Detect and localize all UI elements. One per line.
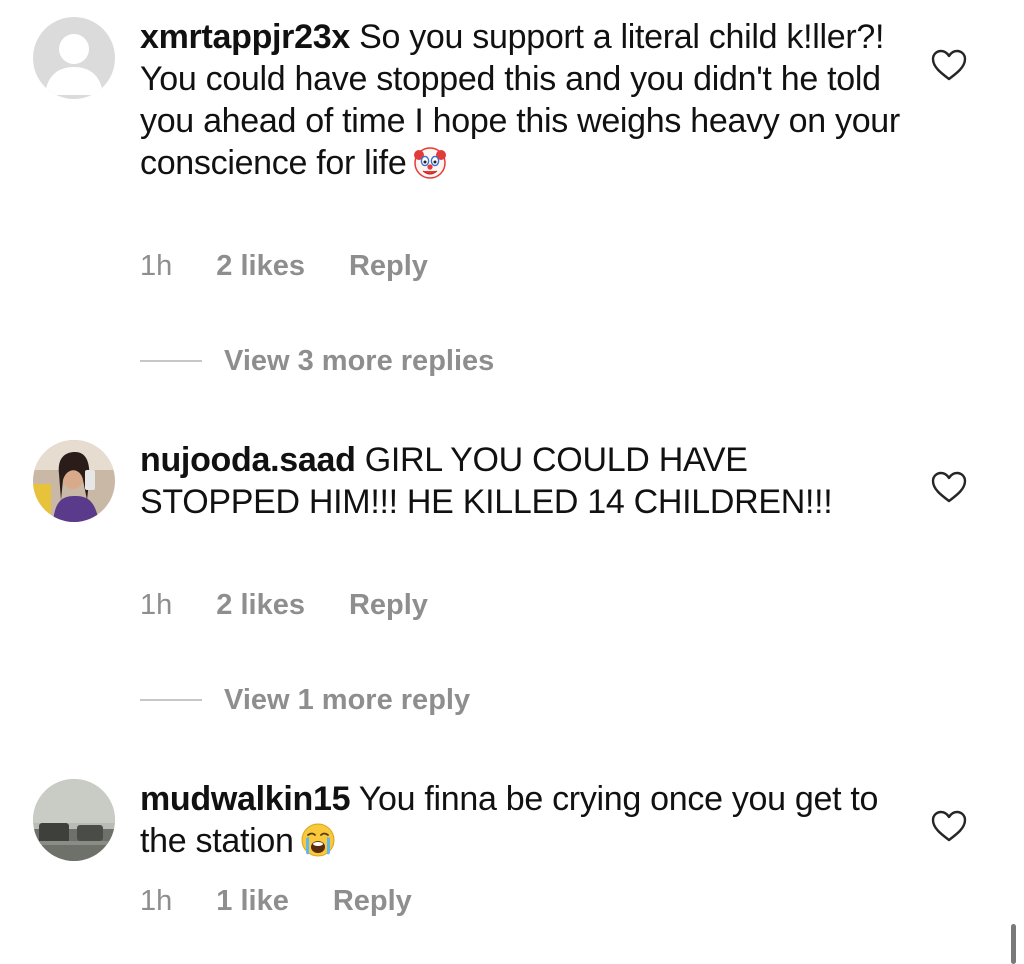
comment-username[interactable]: nujooda.saad — [140, 441, 356, 479]
comment-body: nujooda.saad GIRL YOU COULD HAVE STOPPED… — [140, 439, 910, 523]
scrollbar[interactable] — [1011, 924, 1016, 964]
heart-icon[interactable] — [930, 470, 968, 504]
comment-meta: 1h 1 like Reply — [140, 881, 412, 921]
loudly-crying-face-icon — [300, 822, 336, 858]
avatar[interactable] — [33, 779, 115, 861]
likes-count-link[interactable]: 1 like — [216, 885, 289, 918]
profile-photo-icon — [33, 440, 115, 522]
view-more-replies-button[interactable]: View 1 more reply — [140, 680, 470, 720]
comment-timestamp: 1h — [140, 249, 173, 282]
comment-meta: 1h 2 likes Reply — [140, 246, 428, 286]
thread-divider — [140, 699, 202, 701]
reply-button[interactable]: Reply — [333, 885, 412, 918]
comment-body: xmrtappjr23x So you support a literal ch… — [140, 16, 910, 184]
comment-timestamp: 1h — [140, 884, 173, 917]
profile-photo-icon — [33, 779, 115, 861]
comment-meta: 1h 2 likes Reply — [140, 585, 428, 625]
view-more-replies-button[interactable]: View 3 more replies — [140, 341, 494, 381]
heart-icon[interactable] — [930, 48, 968, 82]
reply-button[interactable]: Reply — [349, 250, 428, 283]
likes-count-link[interactable]: 2 likes — [216, 589, 305, 622]
comment-body: mudwalkin15 You finna be crying once you… — [140, 778, 910, 862]
likes-count-link[interactable]: 2 likes — [216, 250, 305, 283]
avatar[interactable] — [33, 17, 115, 99]
avatar[interactable] — [33, 440, 115, 522]
thread-divider — [140, 360, 202, 362]
reply-button[interactable]: Reply — [349, 589, 428, 622]
clown-face-icon — [412, 144, 448, 180]
comment-username[interactable]: mudwalkin15 — [140, 780, 351, 818]
view-more-replies-label: View 3 more replies — [224, 344, 495, 377]
default-avatar-icon — [33, 17, 115, 99]
comment-username[interactable]: xmrtappjr23x — [140, 18, 350, 56]
heart-icon[interactable] — [930, 809, 968, 843]
comment-timestamp: 1h — [140, 588, 173, 621]
view-more-replies-label: View 1 more reply — [224, 683, 471, 716]
